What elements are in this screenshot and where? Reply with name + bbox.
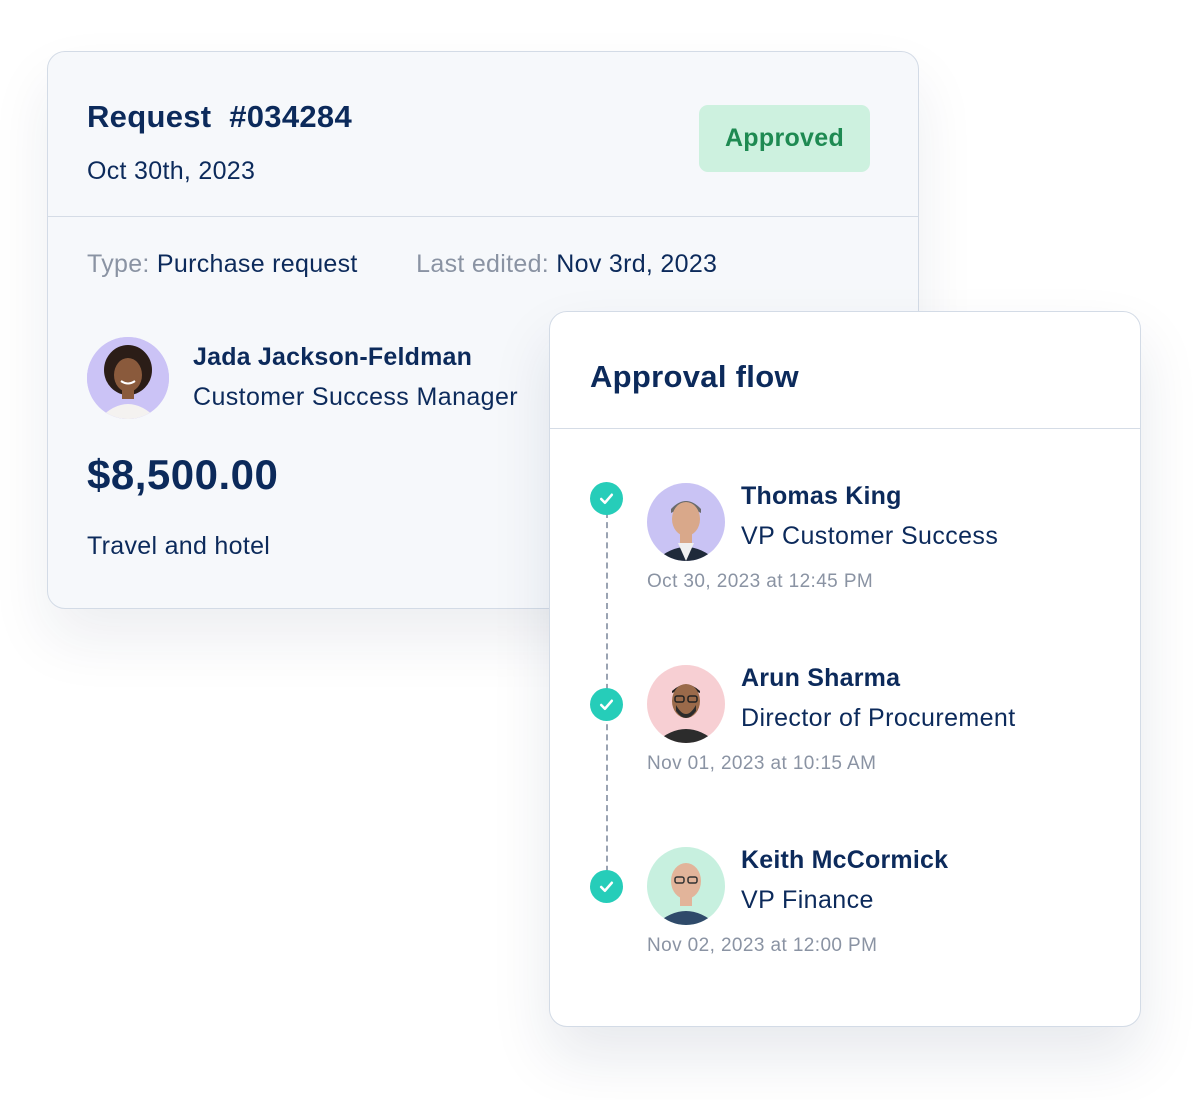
request-title: Request #034284 bbox=[87, 99, 353, 134]
approval-flow-title: Approval flow bbox=[590, 359, 799, 394]
approver-name: Arun Sharma bbox=[741, 664, 901, 692]
requester-avatar bbox=[87, 337, 169, 419]
requester-role: Customer Success Manager bbox=[193, 383, 519, 411]
stage: Request #034284 Oct 30th, 2023 Approved … bbox=[0, 0, 1200, 1100]
request-description: Travel and hotel bbox=[87, 532, 271, 560]
check-icon bbox=[590, 688, 623, 721]
type-value: Purchase request bbox=[156, 250, 358, 278]
last-edited-value: Nov 3rd, 2023 bbox=[556, 250, 718, 278]
approver-name: Thomas King bbox=[741, 482, 902, 510]
request-card-header: Request #034284 Oct 30th, 2023 Approved bbox=[48, 52, 918, 217]
approval-timestamp: Nov 02, 2023 at 12:00 PM bbox=[647, 935, 878, 956]
approval-step: Keith McCormick VP Finance Nov 02, 2023 … bbox=[550, 846, 1140, 966]
request-date: Oct 30th, 2023 bbox=[87, 157, 256, 185]
requester-name: Jada Jackson-Feldman bbox=[193, 343, 473, 371]
approver-role: VP Customer Success bbox=[741, 522, 999, 550]
request-amount: $8,500.00 bbox=[87, 451, 279, 498]
approval-flow-header: Approval flow bbox=[550, 312, 1140, 429]
approver-role: Director of Procurement bbox=[741, 704, 1016, 732]
approver-avatar bbox=[647, 483, 725, 561]
approval-timestamp: Nov 01, 2023 at 10:15 AM bbox=[647, 753, 877, 774]
type-label: Type: bbox=[87, 250, 150, 278]
approver-avatar bbox=[647, 665, 725, 743]
approver-role: VP Finance bbox=[741, 886, 874, 914]
status-badge: Approved bbox=[699, 105, 870, 172]
request-meta-row: Type: Purchase request Last edited: Nov … bbox=[87, 250, 717, 279]
last-edited-label: Last edited: bbox=[416, 250, 550, 278]
approver-name: Keith McCormick bbox=[741, 846, 949, 874]
approval-flow-card[interactable]: Approval flow Thomas King VP Customer Su… bbox=[549, 311, 1141, 1027]
approval-step: Thomas King VP Customer Success Oct 30, … bbox=[550, 482, 1140, 602]
check-icon bbox=[590, 870, 623, 903]
check-icon bbox=[590, 482, 623, 515]
approval-timestamp: Oct 30, 2023 at 12:45 PM bbox=[647, 571, 874, 592]
approval-step: Arun Sharma Director of Procurement Nov … bbox=[550, 664, 1140, 784]
approver-avatar bbox=[647, 847, 725, 925]
